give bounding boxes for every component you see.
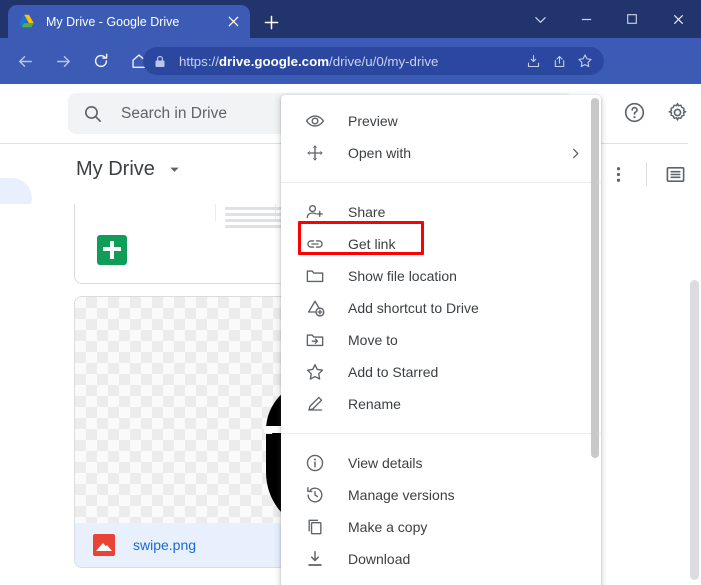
install-icon[interactable] <box>520 48 546 74</box>
menu-divider <box>281 182 601 183</box>
search-icon <box>82 103 104 125</box>
file-context-menu: Preview Open with Share Get link Show fi… <box>281 95 601 585</box>
toolbar-divider <box>646 162 647 186</box>
context-menu-group-3: View details Manage versions Make a copy… <box>281 442 601 580</box>
menu-item-label: Manage versions <box>348 487 455 503</box>
view-controls <box>598 154 695 194</box>
folder-icon <box>303 264 327 288</box>
new-tab-button[interactable] <box>258 9 284 35</box>
menu-item-get-link[interactable]: Get link <box>281 228 601 260</box>
menu-item-preview[interactable]: Preview <box>281 105 601 137</box>
file-name[interactable]: swipe.png <box>133 537 196 553</box>
menu-scrollbar-thumb[interactable] <box>591 98 599 458</box>
eye-icon <box>303 109 327 133</box>
menu-divider <box>281 433 601 434</box>
page-scrollbar-track[interactable] <box>688 120 701 585</box>
tab-close-icon[interactable] <box>224 13 242 31</box>
menu-item-label: View details <box>348 455 423 471</box>
download-icon <box>303 547 327 571</box>
title-bar: My Drive - Google Drive <box>0 0 701 38</box>
minimize-button[interactable] <box>563 0 609 38</box>
menu-item-open-with[interactable]: Open with <box>281 137 601 169</box>
menu-item-rename[interactable]: Rename <box>281 388 601 420</box>
maximize-button[interactable] <box>609 0 655 38</box>
window-controls <box>517 0 701 38</box>
context-menu-group-1: Preview Open with <box>281 95 601 174</box>
menu-item-label: Open with <box>348 145 412 161</box>
bookmark-star-icon[interactable] <box>572 48 598 74</box>
context-menu-group-2: Share Get link Show file location Add sh… <box>281 191 601 425</box>
menu-item-manage-versions[interactable]: Manage versions <box>281 479 601 511</box>
sheets-icon <box>97 235 127 265</box>
menu-item-label: Rename <box>348 396 401 412</box>
browser-window: My Drive - Google Drive https://drive.go… <box>0 0 701 585</box>
menu-item-label: Move to <box>348 332 398 348</box>
menu-item-add-to-starred[interactable]: Add to Starred <box>281 356 601 388</box>
menu-item-label: Share <box>348 204 386 220</box>
menu-item-label: Add to Starred <box>348 364 439 380</box>
tab-search-button[interactable] <box>517 0 563 38</box>
menu-item-label: Preview <box>348 113 398 129</box>
star-icon <box>303 360 327 384</box>
open-with-icon <box>303 141 327 165</box>
more-vertical-icon[interactable] <box>598 154 638 194</box>
menu-item-label: Get link <box>348 236 396 252</box>
search-placeholder: Search in Drive <box>121 104 227 122</box>
address-bar[interactable]: https://drive.google.com/drive/u/0/my-dr… <box>143 47 604 75</box>
move-to-folder-icon <box>303 328 327 352</box>
image-file-icon <box>93 534 115 556</box>
drive-header-actions <box>614 92 697 132</box>
browser-toolbar: https://drive.google.com/drive/u/0/my-dr… <box>0 38 701 110</box>
reload-icon[interactable] <box>84 44 118 78</box>
back-arrow-icon[interactable] <box>8 44 42 78</box>
add-shortcut-icon <box>303 296 327 320</box>
menu-item-label: Show file location <box>348 268 457 284</box>
menu-item-share[interactable]: Share <box>281 196 601 228</box>
help-icon[interactable] <box>614 92 654 132</box>
menu-item-label: Make a copy <box>348 519 428 535</box>
menu-item-make-a-copy[interactable]: Make a copy <box>281 511 601 543</box>
menu-item-move-to[interactable]: Move to <box>281 324 601 356</box>
menu-item-view-details[interactable]: View details <box>281 447 601 479</box>
menu-item-add-shortcut-to-drive[interactable]: Add shortcut to Drive <box>281 292 601 324</box>
menu-item-label: Add shortcut to Drive <box>348 300 479 316</box>
menu-item-download[interactable]: Download <box>281 543 601 575</box>
page-scrollbar-thumb[interactable] <box>690 280 699 580</box>
pencil-icon <box>303 392 327 416</box>
close-window-button[interactable] <box>655 0 701 38</box>
breadcrumb[interactable]: My Drive <box>76 158 181 181</box>
copy-icon <box>303 515 327 539</box>
tab-title: My Drive - Google Drive <box>46 14 180 29</box>
info-icon <box>303 451 327 475</box>
url-text: https://drive.google.com/drive/u/0/my-dr… <box>179 53 439 69</box>
page-title: My Drive <box>76 158 155 180</box>
forward-arrow-icon[interactable] <box>46 44 80 78</box>
menu-item-show-file-location[interactable]: Show file location <box>281 260 601 292</box>
person-add-icon <box>303 200 327 224</box>
google-drive-logo-icon <box>18 13 35 30</box>
share-icon[interactable] <box>546 48 572 74</box>
chevron-down-icon[interactable] <box>168 163 181 176</box>
lock-icon <box>154 55 168 68</box>
menu-item-label: Download <box>348 551 411 567</box>
history-icon <box>303 483 327 507</box>
browser-tab[interactable]: My Drive - Google Drive <box>8 5 250 38</box>
chevron-right-icon <box>563 147 587 160</box>
link-icon <box>303 232 327 256</box>
